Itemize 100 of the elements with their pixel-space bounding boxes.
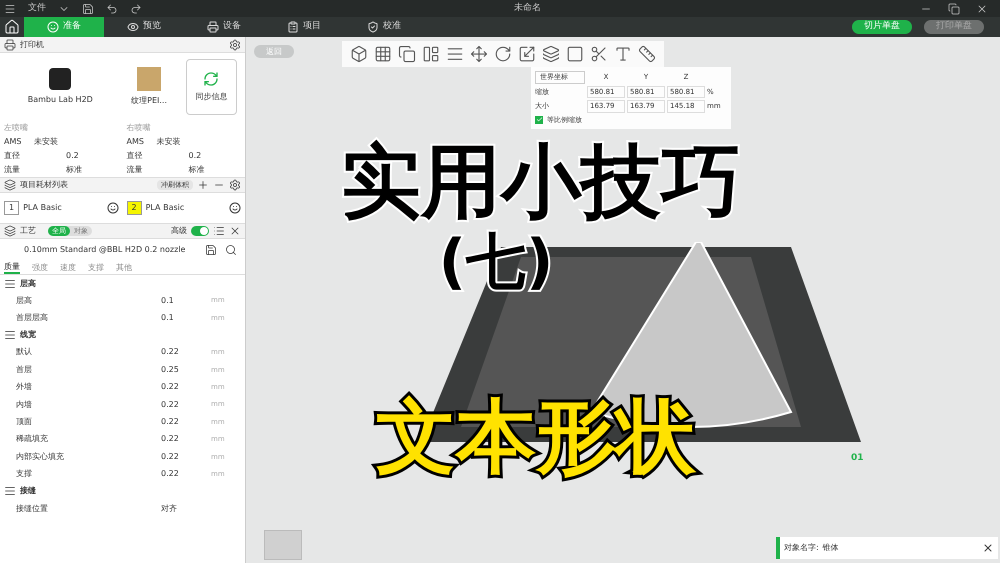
settings-tab[interactable]: 质量 xyxy=(4,261,20,274)
setting-label: 稀疏填充 xyxy=(16,433,49,446)
setting-value[interactable]: 0.22 xyxy=(161,433,211,446)
nozzle-title: 右喷嘴 xyxy=(126,122,152,134)
smile-icon[interactable] xyxy=(229,202,241,214)
square-icon[interactable] xyxy=(566,45,584,63)
add-icon[interactable] xyxy=(197,179,209,191)
section-title: 打印机 xyxy=(20,38,44,50)
menu-icon[interactable] xyxy=(4,2,16,14)
overlay-title: 实用小技巧 xyxy=(341,137,741,227)
setting-label: 内部实心填充 xyxy=(16,450,65,463)
printer-icon xyxy=(207,21,219,33)
uniform-checkbox[interactable] xyxy=(535,116,543,124)
setting-value[interactable]: 0.1 xyxy=(161,312,211,324)
group-icon xyxy=(4,485,16,498)
flow-select[interactable]: 标准 xyxy=(156,164,241,176)
text-icon[interactable] xyxy=(614,45,632,63)
advanced-switch[interactable] xyxy=(191,226,209,236)
section-title: 项目耗材列表 xyxy=(20,179,68,191)
setting-label: 首层 xyxy=(16,364,33,376)
printer-image xyxy=(49,68,72,90)
home-icon[interactable] xyxy=(4,19,20,35)
settings-icon[interactable] xyxy=(229,38,241,50)
settings-tab[interactable]: 支撑 xyxy=(88,261,104,274)
eye-icon xyxy=(127,21,139,33)
close-icon[interactable] xyxy=(982,542,994,554)
smile-icon xyxy=(47,21,59,33)
nozzle-title: 左喷嘴 xyxy=(4,122,29,134)
printer-select[interactable]: Bambu Lab H2D xyxy=(28,94,93,106)
plate-image xyxy=(137,67,162,91)
setting-value[interactable]: 0.25 xyxy=(161,364,211,376)
scale-icon[interactable] xyxy=(518,45,536,63)
main-tab[interactable]: 项目 xyxy=(264,17,344,37)
notification-label: 对象名字: xyxy=(784,542,819,554)
layers-icon xyxy=(4,225,16,237)
sync-button[interactable]: 同步信息 xyxy=(186,59,237,115)
field-label: AMS xyxy=(126,136,145,148)
redo-icon[interactable] xyxy=(130,2,142,14)
setting-value[interactable]: 0.1 xyxy=(161,294,211,307)
file-menu[interactable]: 文件 xyxy=(28,2,46,16)
settings-tab[interactable]: 强度 xyxy=(32,261,48,274)
move-icon[interactable] xyxy=(470,45,488,63)
setting-label: 外墙 xyxy=(16,381,33,394)
setting-value[interactable]: 0.22 xyxy=(161,468,211,480)
filament-index: 1 xyxy=(4,201,20,215)
settings-tab[interactable]: 其他 xyxy=(116,261,132,274)
close-icon[interactable] xyxy=(229,225,241,237)
save-icon[interactable] xyxy=(205,244,217,256)
close-icon[interactable] xyxy=(976,2,988,14)
diameter-select[interactable]: 0.2 xyxy=(34,150,118,162)
flow-select[interactable]: 标准 xyxy=(34,164,118,176)
setting-value[interactable]: 0.22 xyxy=(161,450,211,463)
grid-icon[interactable] xyxy=(374,45,392,63)
field-label: AMS xyxy=(4,136,22,148)
preset-select[interactable]: 0.10mm Standard @BBL H2D 0.2 nozzle xyxy=(8,244,186,256)
plate-thumbnail[interactable] xyxy=(264,530,302,560)
field-value: 未安装 xyxy=(156,136,182,148)
filament-select[interactable]: PLA Basic xyxy=(146,202,184,214)
setting-value[interactable]: 0.22 xyxy=(161,416,211,428)
printer-icon xyxy=(4,38,16,50)
field-label: 流量 xyxy=(4,164,21,176)
filament-select[interactable]: PLA Basic xyxy=(23,202,62,214)
ruler-icon[interactable] xyxy=(638,45,656,63)
restore-icon[interactable] xyxy=(948,2,960,14)
shield-icon xyxy=(367,21,379,33)
setting-label: 默认 xyxy=(16,346,33,358)
smile-icon[interactable] xyxy=(106,202,118,214)
settings-icon[interactable] xyxy=(229,179,241,191)
filament-index: 2 xyxy=(126,201,142,215)
group-icon xyxy=(4,329,16,342)
copy-icon[interactable] xyxy=(398,45,416,63)
scissors-icon[interactable] xyxy=(590,45,608,63)
setting-label: 支撑 xyxy=(16,468,33,480)
main-tab[interactable]: 预览 xyxy=(104,17,184,37)
diameter-select[interactable]: 0.2 xyxy=(156,150,241,162)
setting-value[interactable]: 0.22 xyxy=(161,381,211,394)
plate-select[interactable]: 纹理PEI... xyxy=(131,95,167,107)
layout-icon[interactable] xyxy=(422,45,440,63)
sync-icon xyxy=(203,71,220,87)
field-label: 流量 xyxy=(126,164,144,176)
undo-icon[interactable] xyxy=(106,2,118,14)
setting-value[interactable]: 0.22 xyxy=(161,346,211,358)
search-icon[interactable] xyxy=(225,244,237,256)
advanced-label: 高级 xyxy=(171,225,187,237)
setting-value[interactable]: 对齐 xyxy=(161,502,211,515)
field-value: 未安装 xyxy=(34,136,59,148)
cube-icon[interactable] xyxy=(350,45,368,63)
main-tab[interactable]: 校准 xyxy=(344,17,424,37)
window-title: 未命名 xyxy=(514,2,541,15)
group-icon xyxy=(4,278,16,290)
lines-icon[interactable] xyxy=(446,45,464,63)
settings-tab[interactable]: 速度 xyxy=(60,261,76,274)
setting-label: 层高 xyxy=(16,294,33,307)
layers-icon[interactable] xyxy=(542,45,560,63)
section-title: 工艺 xyxy=(20,225,36,237)
group-title: 线宽 xyxy=(20,329,36,342)
rotate-icon[interactable] xyxy=(494,45,512,63)
notification-value: 锥体 xyxy=(822,542,839,554)
main-tab[interactable]: 设备 xyxy=(184,17,264,37)
setting-value[interactable]: 0.22 xyxy=(161,398,211,411)
